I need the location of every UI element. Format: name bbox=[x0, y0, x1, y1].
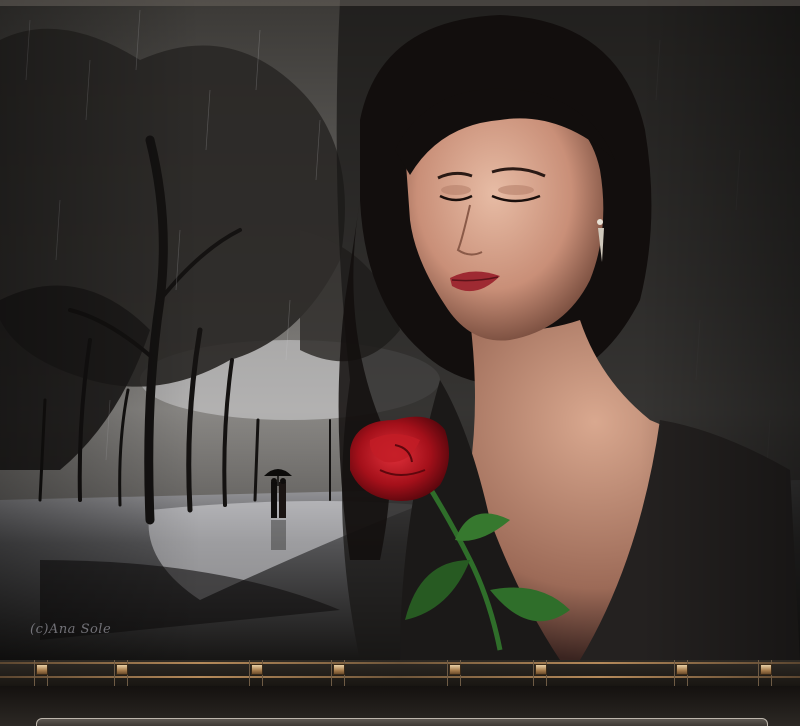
gold-bead-icon bbox=[333, 664, 345, 675]
gold-bead-icon bbox=[449, 664, 461, 675]
gold-bead-icon bbox=[116, 664, 128, 675]
filmstrip-tab bbox=[249, 660, 263, 686]
filmstrip-tab bbox=[447, 660, 461, 686]
filmstrip-tab bbox=[34, 660, 48, 686]
gold-bead-icon bbox=[676, 664, 688, 675]
filmstrip-tab bbox=[533, 660, 547, 686]
artwork-image bbox=[0, 0, 800, 660]
filmstrip-tab bbox=[331, 660, 345, 686]
gold-bead-icon bbox=[535, 664, 547, 675]
gold-bead-icon bbox=[760, 664, 772, 675]
gold-bead-icon bbox=[251, 664, 263, 675]
filmstrip-tab bbox=[758, 660, 772, 686]
filmstrip-tab bbox=[674, 660, 688, 686]
filmstrip-border bbox=[0, 660, 800, 686]
artist-watermark: (c)Ana Sole bbox=[30, 622, 112, 637]
filmstrip-tab bbox=[114, 660, 128, 686]
gold-bead-icon bbox=[36, 664, 48, 675]
artwork-frame: (c)Ana Sole bbox=[0, 0, 800, 726]
bottom-frame-bar bbox=[36, 718, 768, 726]
